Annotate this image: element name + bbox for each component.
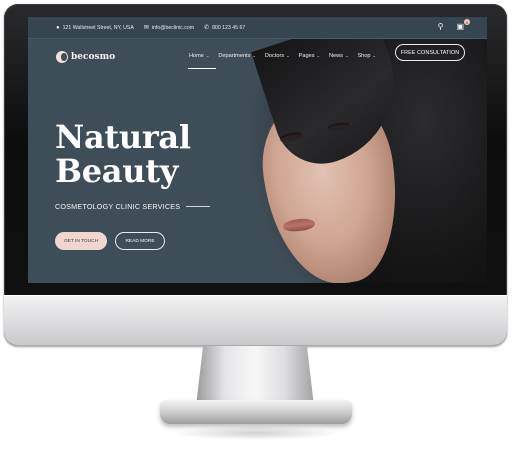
envelope-icon: ✉ <box>143 25 149 31</box>
chevron-down-icon: ⌄ <box>285 53 290 58</box>
phone-text[interactable]: 800 123 45 67 <box>212 25 245 31</box>
nav-label: Pages <box>298 53 315 59</box>
chevron-down-icon: ⌄ <box>315 53 320 58</box>
logo-text: becosmo <box>71 52 116 62</box>
nav-item-departments[interactable]: Departments ⌄ <box>218 53 256 59</box>
cart-count-badge: 0 <box>464 19 470 25</box>
brand-logo[interactable]: becosmo <box>56 51 115 63</box>
nav-label: Departments <box>218 53 251 59</box>
top-info-bar: ● 121 Wallstreet Street, NY, USA ✉ info@… <box>28 17 487 39</box>
cart-icon[interactable]: ▣ 0 <box>456 19 470 31</box>
hero-photo <box>228 17 487 283</box>
nav-label: Doctors <box>264 53 285 59</box>
map-pin-icon: ● <box>56 24 60 31</box>
subtitle-divider <box>186 206 211 207</box>
hero-subtitle: COSMETOLOGY CLINIC SERVICES <box>55 202 211 211</box>
hero-title-line: Natural <box>55 118 191 156</box>
nav-label: Shop <box>357 53 371 59</box>
nav-item-pages[interactable]: Pages ⌄ <box>299 53 320 59</box>
phone-item[interactable]: ✆ 800 123 45 67 <box>204 24 245 32</box>
nav-label: News <box>328 53 343 59</box>
get-in-touch-button[interactable]: GET IN TOUCH <box>55 232 107 250</box>
topbar-actions: ⚲ ▣ 0 <box>428 19 470 31</box>
email-item[interactable]: ✉ info@beclinic.com <box>143 24 194 32</box>
nav-item-news[interactable]: News ⌄ <box>329 53 348 59</box>
monitor-stand-base <box>160 400 352 424</box>
logo-icon <box>56 51 68 63</box>
monitor-stand-neck <box>196 346 314 406</box>
stand-shadow <box>170 426 342 440</box>
address-item: ● 121 Wallstreet Street, NY, USA <box>56 25 134 31</box>
chevron-down-icon: ⌄ <box>371 53 376 58</box>
hero-subtitle-text: COSMETOLOGY CLINIC SERVICES <box>55 202 181 211</box>
monitor-screen: ● 121 Wallstreet Street, NY, USA ✉ info@… <box>28 17 487 283</box>
address-text: 121 Wallstreet Street, NY, USA <box>62 24 134 31</box>
nav-label: Home <box>189 53 204 59</box>
nav-item-doctors[interactable]: Doctors ⌄ <box>265 53 290 59</box>
phone-icon: ✆ <box>204 25 210 31</box>
email-text[interactable]: info@beclinic.com <box>152 25 194 31</box>
hero-title-line: Beauty <box>55 152 178 190</box>
hero-title: Natural Beauty <box>55 120 191 188</box>
chevron-down-icon: ⌄ <box>343 53 349 58</box>
free-consultation-button[interactable]: FREE CONSULTATION <box>395 44 465 61</box>
monitor-chin <box>4 295 507 346</box>
chevron-down-icon: ⌄ <box>204 53 210 58</box>
nav-item-home[interactable]: Home ⌄ <box>187 53 217 69</box>
nav-menu: Home ⌄ Departments ⌄ Doctors ⌄ Pages ⌄ N… <box>187 53 385 69</box>
read-more-button[interactable]: READ MORE <box>115 232 165 250</box>
chevron-down-icon: ⌄ <box>251 53 256 58</box>
nav-item-shop[interactable]: Shop ⌄ <box>357 53 376 59</box>
search-icon[interactable]: ⚲ <box>438 22 444 31</box>
